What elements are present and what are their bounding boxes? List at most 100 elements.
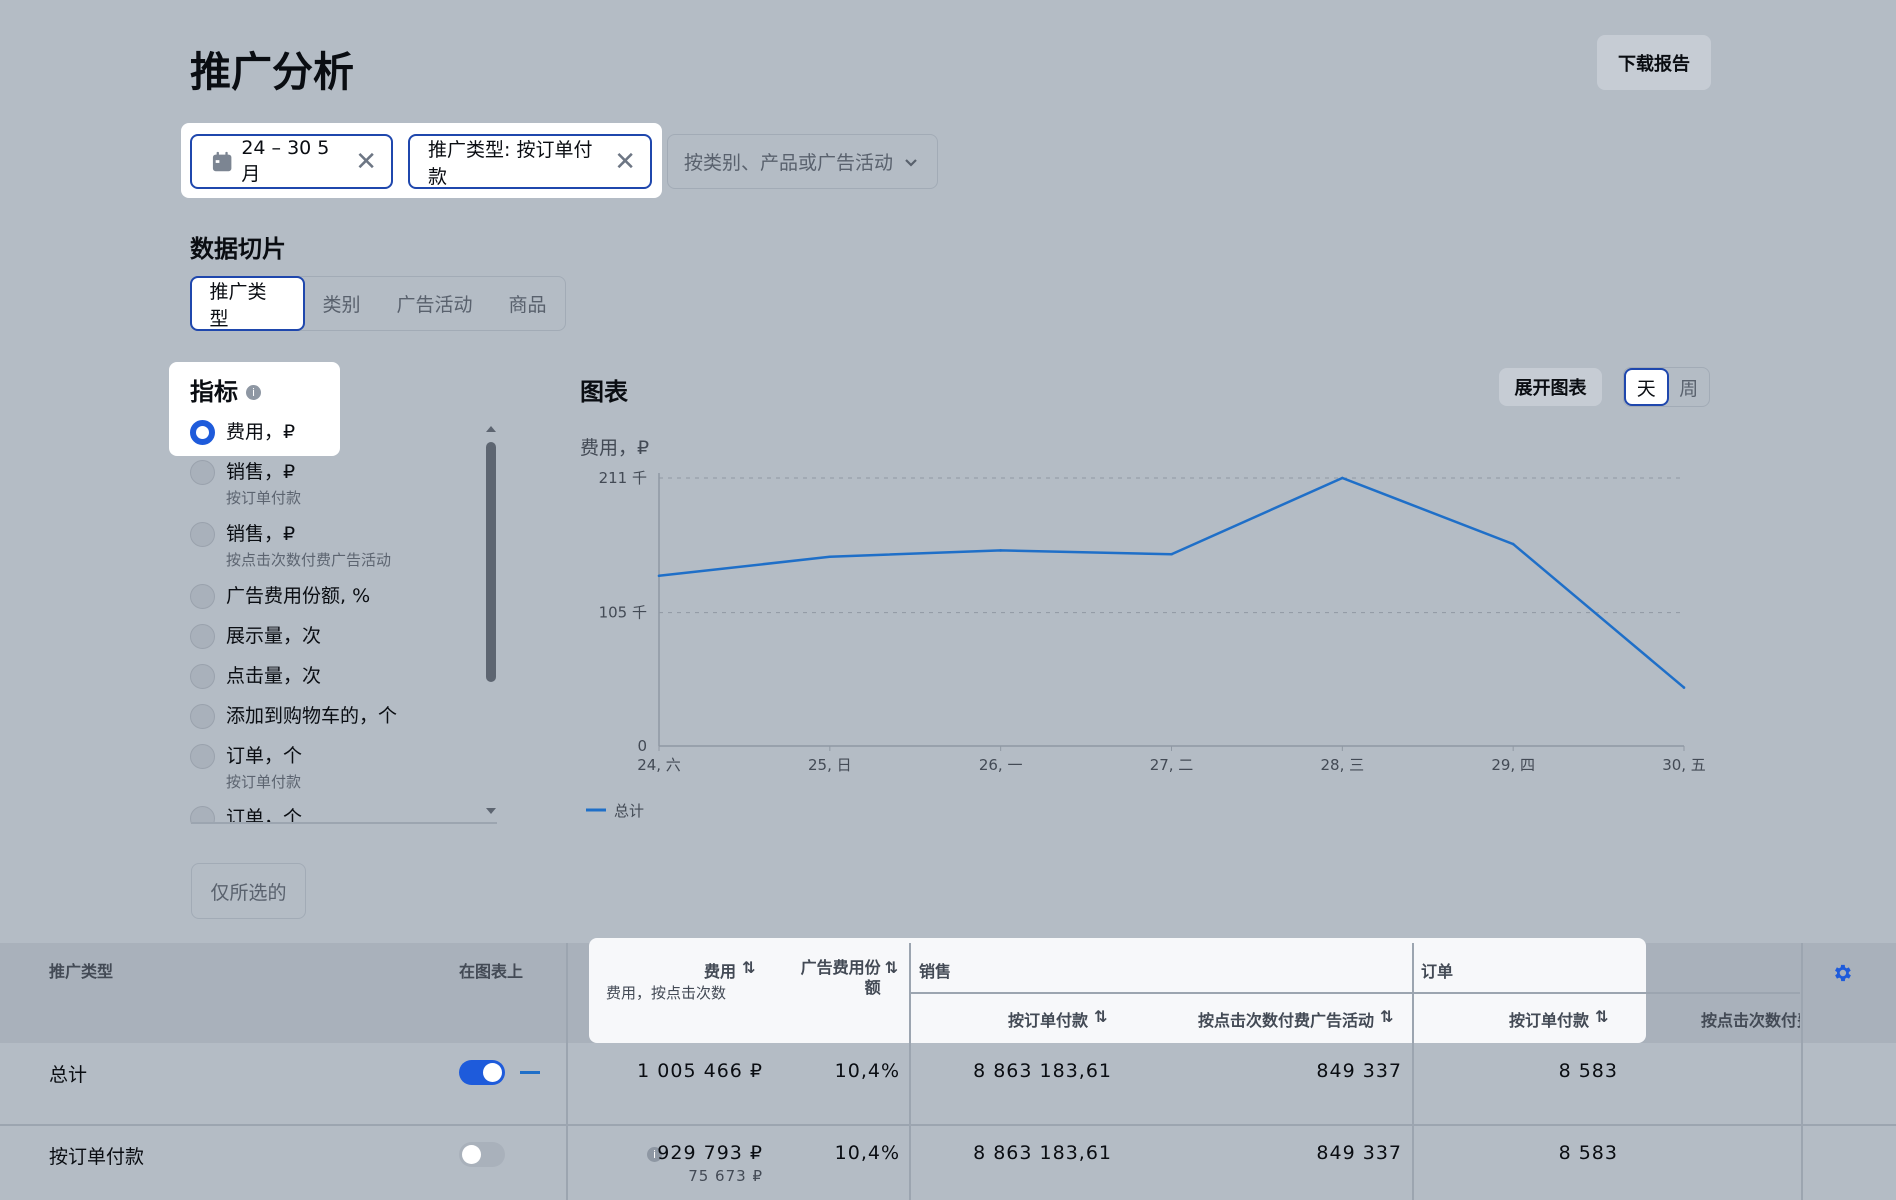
tab-product[interactable]: 商品	[491, 278, 565, 330]
info-icon[interactable]: i	[246, 385, 261, 400]
col-group-orders: 订单	[1421, 962, 1454, 981]
x-tick-label: 26, 一	[979, 756, 1023, 774]
col-orders-order[interactable]: 按订单付款 ⇅	[1509, 1007, 1608, 1031]
radio[interactable]	[190, 460, 215, 485]
metric-label: 销售，₽	[226, 523, 296, 545]
metric-item[interactable]: 订单，个 按订单付款	[190, 744, 302, 792]
col-cost-label: 费用	[704, 962, 737, 981]
col-sales-click-label: 按点击次数付费广告活动	[1198, 1011, 1375, 1030]
cell-sales-order: 8 863 183,61	[973, 1142, 1112, 1164]
metric-label: 展示量，次	[226, 625, 322, 647]
metric-sub: 按订单付款	[226, 489, 302, 507]
category-product-campaign-select[interactable]: 按类别、产品或广告活动	[667, 134, 938, 189]
metric-label: 点击量，次	[226, 665, 322, 687]
x-tick-label: 25, 日	[808, 756, 852, 774]
sort-icon[interactable]: ⇅	[885, 958, 898, 998]
metric-label: 费用，₽	[226, 421, 296, 443]
col-orders-order-label: 按订单付款	[1509, 1011, 1590, 1030]
radio[interactable]	[190, 584, 215, 609]
gear-icon[interactable]	[1831, 962, 1853, 984]
metric-label: 订单，个	[226, 745, 303, 767]
chart-toggle[interactable]	[459, 1142, 505, 1167]
y-tick-label: 0	[637, 737, 647, 755]
col-group-sales: 销售	[919, 962, 952, 981]
metric-sub: 按点击次数付费广告活动	[226, 551, 392, 569]
type-filter-label: 推广类型: 按订单付款	[428, 138, 593, 188]
metrics-header: 指标 i	[190, 372, 261, 407]
period-toggle: 天 周	[1623, 367, 1710, 407]
col-sales-order-label: 按订单付款	[1008, 1011, 1089, 1030]
col-cost[interactable]: 费用 ⇅	[704, 958, 755, 982]
line-chart: 费用，₽ 0 105 千 211 千 24, 六 25, 日 26, 一 27, 二 28, 三…	[580, 437, 1706, 820]
data-point	[1682, 686, 1686, 689]
radio[interactable]	[190, 704, 215, 729]
metric-item[interactable]: 销售，₽ 按订单付款	[190, 460, 301, 508]
data-point	[1511, 542, 1515, 546]
legend-label: 总计	[614, 802, 644, 820]
col-promo-type[interactable]: 推广类型	[49, 958, 113, 982]
sort-icon[interactable]: ⇅	[1595, 1007, 1608, 1031]
only-selected-button[interactable]: 仅所选的	[191, 863, 306, 919]
download-report-button[interactable]: 下载报告	[1597, 35, 1711, 90]
col-cost-sub: 费用，按点击次数	[606, 984, 727, 1002]
col-sales-click[interactable]: 按点击次数付费广告活动 ⇅	[1198, 1007, 1393, 1031]
x-tick-label: 28, 三	[1321, 756, 1365, 774]
slice-tabs: 推广类型 类别 广告活动 商品	[189, 276, 566, 331]
tab-campaign[interactable]: 广告活动	[379, 278, 491, 330]
metric-item[interactable]: 展示量，次	[190, 624, 321, 649]
data-point	[1341, 476, 1344, 480]
chevron-down-icon	[905, 158, 917, 167]
y-tick-label: 105 千	[599, 604, 647, 622]
tab-category[interactable]: 类别	[305, 278, 379, 330]
y-axis-label: 费用，₽	[580, 437, 649, 459]
metric-item[interactable]: 销售，₽ 按点击次数付费广告活动	[190, 522, 391, 570]
metric-item[interactable]: 添加到购物车的，个	[190, 704, 397, 729]
metric-item[interactable]: 广告费用份额, %	[190, 584, 370, 609]
metric-item[interactable]: 点击量，次	[190, 664, 321, 689]
col-orders-click[interactable]: 按点击次数付费	[1701, 1007, 1800, 1031]
scroll-up-icon[interactable]	[485, 424, 497, 434]
calendar-icon	[212, 151, 232, 171]
col-ad-share[interactable]: 广告费用份额 ⇅	[792, 958, 898, 998]
metrics-list-bottom-border	[192, 822, 497, 824]
radio[interactable]	[190, 522, 215, 547]
cell-orders-order: 8 583	[1558, 1060, 1618, 1082]
data-point	[657, 574, 661, 578]
sort-icon[interactable]: ⇅	[1380, 1007, 1393, 1031]
data-point	[828, 555, 832, 559]
cell-cost: 929 793 ₽	[657, 1142, 763, 1164]
select-placeholder: 按类别、产品或广告活动	[684, 152, 894, 174]
cell-cost: 1 005 466 ₽	[637, 1060, 763, 1082]
radio[interactable]	[190, 744, 215, 769]
period-day[interactable]: 天	[1624, 368, 1669, 406]
row-name: 按订单付款	[49, 1146, 145, 1168]
chart-toggle[interactable]	[459, 1060, 505, 1085]
sort-icon[interactable]: ⇅	[742, 958, 755, 982]
period-week[interactable]: 周	[1669, 368, 1710, 406]
y-tick-label: 211 千	[599, 469, 647, 487]
radio[interactable]	[190, 624, 215, 649]
close-icon[interactable]: ✕	[355, 149, 377, 175]
radio-selected[interactable]	[190, 420, 215, 445]
cell-sales-click: 849 337	[1316, 1142, 1402, 1164]
close-icon[interactable]: ✕	[614, 149, 636, 175]
metric-label: 销售，₽	[226, 461, 296, 483]
date-filter-label: 24 – 30 5月	[241, 137, 330, 185]
type-filter-chip[interactable]: 推广类型: 按订单付款 ✕	[408, 134, 652, 189]
metric-label: 广告费用份额, %	[226, 585, 371, 607]
series-line-total	[658, 476, 1685, 689]
expand-chart-button[interactable]: 展开图表	[1499, 368, 1602, 406]
tab-promo-type[interactable]: 推广类型	[189, 276, 305, 331]
cell-sales-order: 8 863 183,61	[973, 1060, 1112, 1082]
radio[interactable]	[190, 664, 215, 689]
data-point	[999, 549, 1002, 552]
x-tick-label: 29, 四	[1491, 756, 1535, 774]
scrollbar-thumb[interactable]	[486, 442, 496, 682]
col-sales-order[interactable]: 按订单付款 ⇅	[1008, 1007, 1107, 1031]
sort-icon[interactable]: ⇅	[1094, 1007, 1107, 1031]
row-name: 总计	[49, 1064, 88, 1086]
metric-item[interactable]: 费用，₽	[190, 420, 295, 445]
scroll-down-icon[interactable]	[485, 806, 497, 816]
date-filter-chip[interactable]: 24 – 30 5月 ✕	[190, 134, 393, 189]
cell-sales-click: 849 337	[1316, 1060, 1402, 1082]
